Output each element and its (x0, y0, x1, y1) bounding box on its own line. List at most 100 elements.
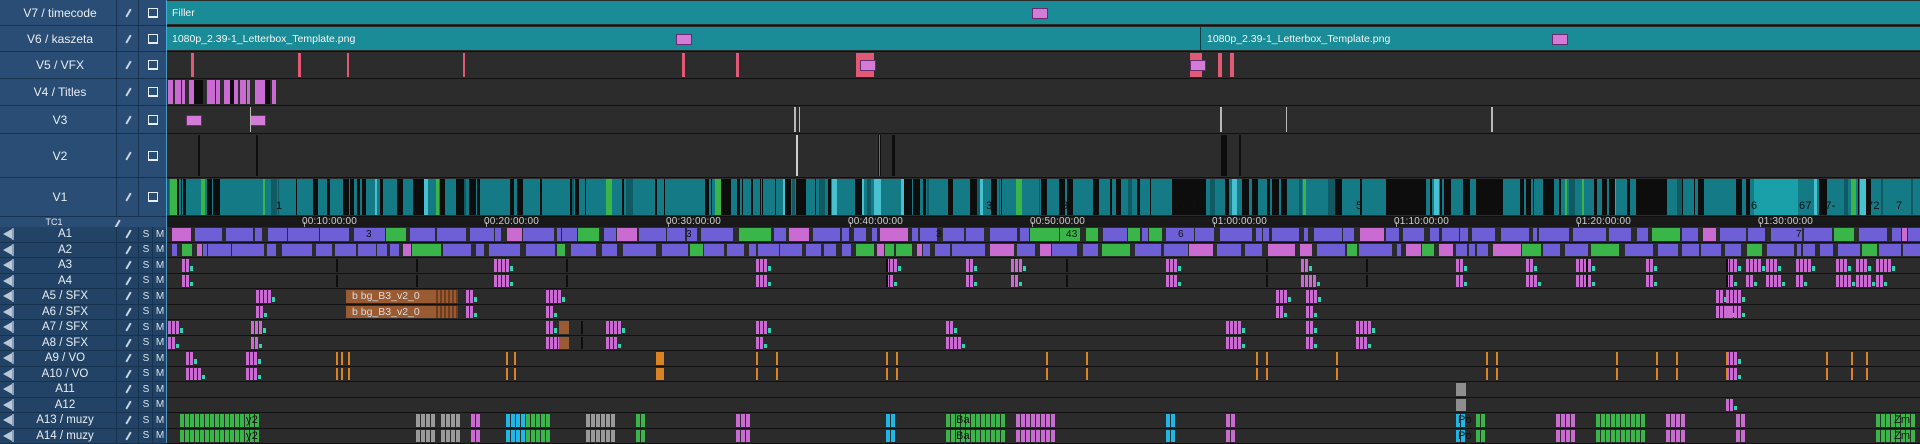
audio-clip[interactable] (1456, 259, 1459, 272)
audio-clip[interactable] (764, 259, 767, 272)
audio-clip[interactable] (1368, 321, 1371, 334)
audio-clip[interactable] (554, 337, 557, 350)
v1-edit[interactable] (1242, 179, 1249, 215)
track-edit-button[interactable] (116, 106, 139, 133)
track-edit-button[interactable] (116, 289, 139, 304)
v1-edit[interactable] (343, 179, 349, 215)
music-clip[interactable] (1036, 430, 1040, 443)
audio-clip[interactable] (885, 244, 894, 257)
audio-clip[interactable] (268, 290, 271, 303)
audio-clip[interactable] (756, 321, 759, 334)
v1-edit[interactable] (1636, 179, 1666, 215)
mute-button[interactable]: M (152, 243, 167, 258)
audio-clip[interactable] (526, 244, 555, 257)
edit-gap[interactable] (1726, 259, 1728, 272)
v1-edit[interactable] (1844, 179, 1848, 215)
v2-clip[interactable] (1239, 135, 1241, 176)
audio-clip[interactable] (1908, 228, 1920, 241)
audio-clip[interactable] (546, 290, 549, 303)
music-clip[interactable] (516, 430, 520, 443)
solo-button[interactable]: S (138, 305, 153, 320)
vo-clip[interactable] (1656, 352, 1658, 365)
music-clip[interactable] (225, 430, 229, 443)
music-clip[interactable] (986, 430, 990, 443)
music-clip[interactable] (1676, 414, 1680, 427)
audio-clip[interactable] (1734, 290, 1737, 303)
music-clip[interactable] (1171, 414, 1175, 427)
audio-clip[interactable] (943, 228, 964, 241)
audio-clip[interactable] (1017, 244, 1035, 257)
music-clip[interactable] (185, 430, 189, 443)
vo-clip[interactable] (1086, 352, 1088, 365)
audio-clip[interactable] (168, 321, 171, 334)
audio-clip[interactable] (1796, 259, 1799, 272)
speaker-icon[interactable] (3, 260, 12, 270)
audio-clip[interactable] (1102, 244, 1130, 257)
audio-clip[interactable] (1879, 244, 1901, 257)
music-clip[interactable] (611, 430, 615, 443)
audio-clip[interactable] (1217, 244, 1241, 257)
music-clip[interactable] (1051, 430, 1055, 443)
audio-clip[interactable] (1804, 228, 1832, 241)
v1-edit[interactable] (913, 179, 920, 215)
audio-clip[interactable] (1040, 244, 1051, 257)
mute-button[interactable]: M (152, 382, 167, 397)
audio-clip[interactable] (1501, 228, 1529, 241)
v1-edit[interactable] (867, 179, 871, 215)
vo-clip[interactable] (336, 368, 338, 381)
v1-edit[interactable] (742, 179, 743, 215)
speaker-icon[interactable] (3, 384, 12, 394)
v1-edit[interactable] (1039, 179, 1040, 215)
v1-edit[interactable] (424, 179, 428, 215)
audio-clip[interactable] (1189, 244, 1213, 257)
vfx-clip[interactable] (191, 53, 194, 77)
vo-clip[interactable] (1866, 368, 1868, 381)
vo-clip[interactable] (1616, 368, 1618, 381)
vo-clip[interactable] (656, 368, 664, 381)
v1-edit[interactable] (1476, 179, 1501, 215)
audio-clip[interactable] (1364, 321, 1367, 334)
track-edit-button[interactable] (116, 274, 139, 289)
v1-edit[interactable] (1336, 179, 1342, 215)
music-clip[interactable] (451, 414, 455, 427)
v1-edit[interactable] (201, 179, 205, 215)
music-clip[interactable] (1016, 430, 1020, 443)
audio-clip[interactable] (1726, 399, 1729, 412)
music-clip[interactable] (225, 414, 229, 427)
music-clip[interactable] (546, 414, 550, 427)
audio-clip[interactable] (523, 228, 554, 241)
edit-gap[interactable] (581, 321, 583, 334)
music-clip[interactable] (986, 414, 990, 427)
music-clip[interactable] (1671, 414, 1675, 427)
v1-edit[interactable] (517, 179, 523, 215)
audio-clip[interactable] (1730, 275, 1733, 288)
music-clip[interactable] (235, 414, 239, 427)
music-clip[interactable] (446, 414, 450, 427)
music-clip[interactable] (205, 430, 209, 443)
audio-clip[interactable] (856, 244, 874, 257)
track-edit-button[interactable] (116, 178, 139, 216)
audio-clip[interactable] (1565, 244, 1588, 257)
audio-clip[interactable] (437, 228, 466, 241)
track-v3[interactable] (166, 106, 1920, 134)
audio-clip[interactable] (1234, 321, 1237, 334)
v1-edit[interactable] (357, 179, 360, 215)
audio-clip[interactable] (495, 228, 501, 241)
music-clip[interactable] (536, 414, 540, 427)
audio-clip[interactable] (890, 275, 893, 288)
audio-clip[interactable] (254, 368, 257, 381)
audio-clip[interactable] (410, 228, 435, 241)
audio-clip[interactable] (872, 228, 877, 241)
music-clip[interactable] (1666, 414, 1670, 427)
track-a13[interactable]: y2BaPoZm (166, 413, 1920, 429)
audio-clip[interactable] (749, 244, 756, 257)
audio-clip[interactable] (1245, 244, 1262, 257)
speaker-icon[interactable] (3, 229, 12, 239)
audio-clip[interactable] (1015, 259, 1018, 272)
music-clip[interactable] (1566, 414, 1570, 427)
vo-clip[interactable] (886, 352, 888, 365)
audio-clip[interactable] (1403, 228, 1424, 241)
sfx-edge[interactable] (440, 290, 442, 303)
audio-clip[interactable] (894, 259, 897, 272)
audio-clip[interactable] (1166, 259, 1169, 272)
